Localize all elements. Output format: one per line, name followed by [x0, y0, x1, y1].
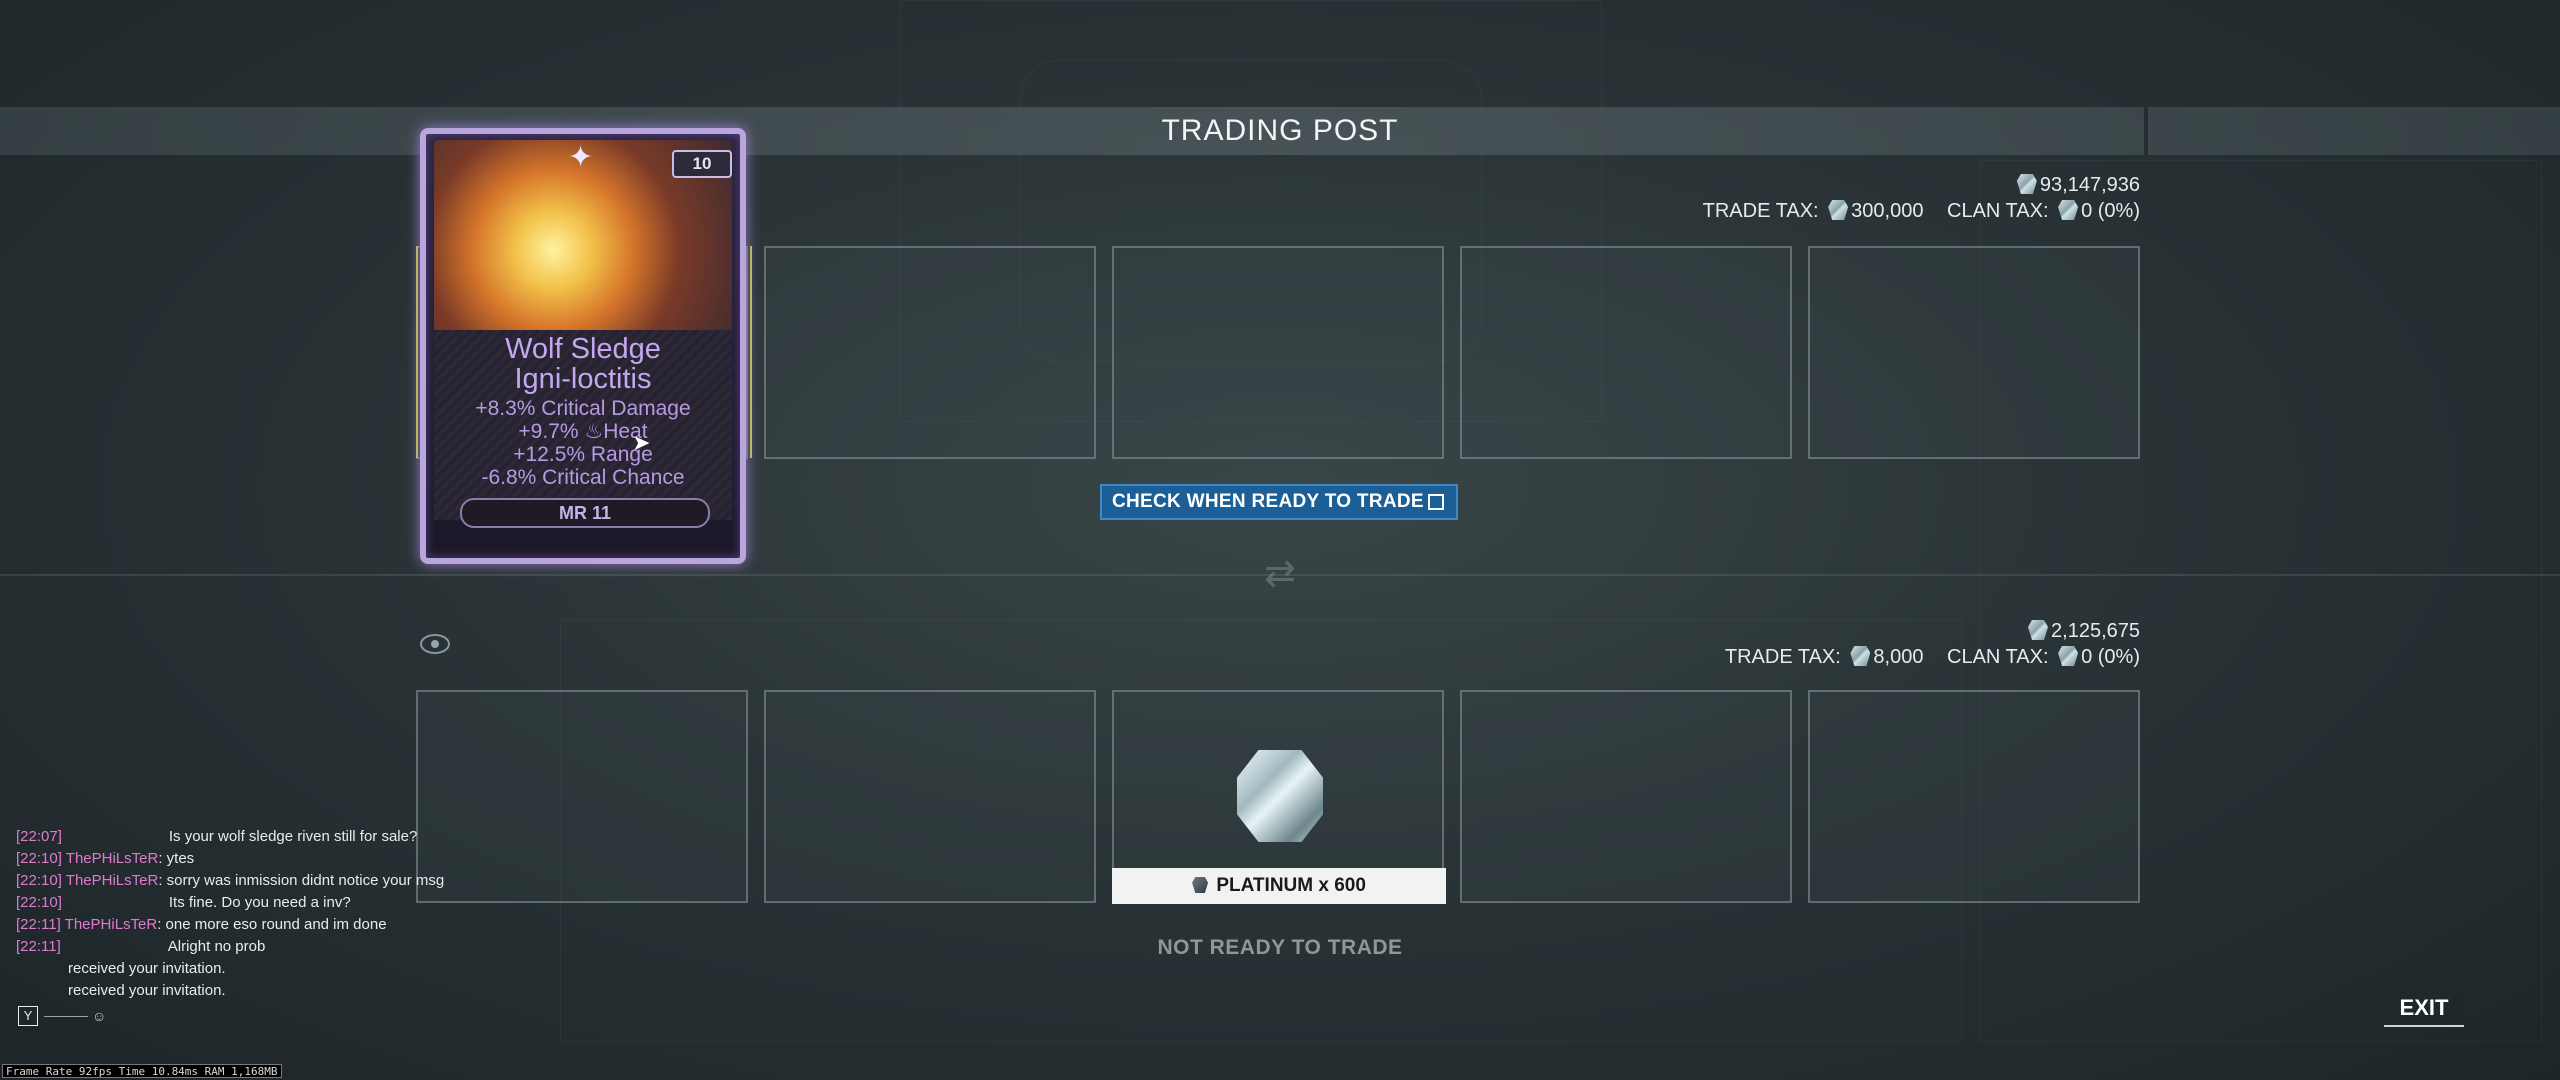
- riven-stat: +12.5% Range: [513, 443, 653, 466]
- chat-username[interactable]: ThePHiLsTeR: [66, 872, 159, 889]
- top-balance: 93,147,936: [2016, 174, 2140, 197]
- chat-message: [22:07] Is your wolf sledge riven still f…: [16, 826, 536, 848]
- chat-timestamp: [22:11]: [16, 916, 61, 933]
- chat-text: Is your wolf sledge riven still for sale…: [168, 828, 418, 845]
- riven-mod-name: Igni-loctitis: [514, 363, 652, 395]
- riven-mastery-rank: MR 11: [460, 498, 710, 528]
- page-title: TRADING POST: [1161, 114, 1399, 147]
- riven-sigil-icon: ✦: [568, 141, 594, 174]
- eye-icon[interactable]: [420, 634, 450, 654]
- trade-tax-label: TRADE TAX:: [1724, 646, 1841, 668]
- performance-overlay: Frame Rate 92fps Time 10.84ms RAM 1,168M…: [2, 1064, 282, 1078]
- chat-message: received your invitation.: [16, 958, 536, 980]
- offer-slot-top-4[interactable]: [1460, 246, 1792, 459]
- exit-button[interactable]: EXIT: [2384, 991, 2464, 1027]
- offer-slot-top-3[interactable]: [1112, 246, 1444, 459]
- offer-slot-top-2[interactable]: [764, 246, 1096, 459]
- checkbox-icon[interactable]: [1428, 494, 1444, 510]
- chat-username[interactable]: ThePHiLsTeR: [65, 916, 158, 933]
- chat-text: Alright no prob: [167, 938, 266, 955]
- bottom-balance: 2,125,675: [2028, 620, 2140, 643]
- bottom-balance-value: 2,125,675: [2051, 620, 2140, 642]
- ready-to-trade-label: CHECK WHEN READY TO TRADE: [1112, 491, 1424, 512]
- trade-tax-value: 300,000: [1851, 200, 1924, 222]
- platinum-icon: [1192, 877, 1209, 893]
- chat-log: [22:07] Is your wolf sledge riven still f…: [16, 826, 536, 1002]
- chat-text: : one more eso round and im done: [157, 916, 387, 933]
- chat-key-hint: Y: [18, 1006, 38, 1026]
- platinum-icon: [2058, 200, 2079, 220]
- chat-message: received your invitation.: [16, 980, 536, 1002]
- trade-tax-value: 8,000: [1873, 646, 1924, 668]
- clan-tax-value: 0 (0%): [2081, 200, 2140, 222]
- platinum-item-text: PLATINUM x 600: [1216, 875, 1366, 896]
- platinum-icon: [2016, 174, 2037, 194]
- top-taxes: TRADE TAX: 300,000 CLAN TAX: 0 (0%): [1703, 200, 2140, 223]
- offer-slot-bottom-4[interactable]: [1460, 690, 1792, 903]
- emote-icon[interactable]: ☺: [92, 1008, 106, 1024]
- chat-text: : ytes: [158, 850, 195, 867]
- chat-text: received your invitation.: [68, 960, 226, 977]
- platinum-item-icon[interactable]: [1237, 750, 1323, 842]
- clan-tax-label: CLAN TAX:: [1947, 646, 2049, 668]
- chat-timestamp: [22:10]: [16, 872, 62, 889]
- clan-tax-label: CLAN TAX:: [1947, 200, 2049, 222]
- offer-slot-bottom-2[interactable]: [764, 690, 1096, 903]
- chat-text: : sorry was inmission didnt notice your …: [158, 872, 445, 889]
- chat-message: [22:11] Alright no prob: [16, 936, 536, 958]
- chat-timestamp: [22:11]: [16, 938, 61, 955]
- chat-timestamp: [22:07]: [16, 828, 62, 845]
- trade-arrows-icon: ⇄: [1264, 553, 1296, 595]
- platinum-item-label: PLATINUM x 600: [1112, 868, 1446, 904]
- riven-stat: +8.3% Critical Damage: [475, 397, 691, 420]
- mouse-cursor-icon: ➤: [632, 430, 651, 455]
- chat-timestamp: [22:10]: [16, 850, 62, 867]
- chat-input[interactable]: Y ☺: [18, 1006, 106, 1026]
- chat-message: [22:10] ThePHiLsTeR: sorry was inmission…: [16, 870, 536, 892]
- chat-input-field[interactable]: [44, 1015, 88, 1017]
- offer-slot-top-5[interactable]: [1808, 246, 2140, 459]
- chat-message: [22:11] ThePHiLsTeR: one more eso round …: [16, 914, 536, 936]
- top-balance-value: 93,147,936: [2039, 174, 2140, 196]
- chat-text: Its fine. Do you need a inv?: [168, 894, 351, 911]
- riven-mod-card[interactable]: ✦ 10 Wolf Sledge Igni-loctitis +8.3% Cri…: [410, 118, 756, 574]
- platinum-icon: [1850, 646, 1871, 666]
- riven-rank: 10: [672, 150, 732, 178]
- ready-to-trade-checkbox[interactable]: CHECK WHEN READY TO TRADE: [1100, 484, 1458, 520]
- offer-slot-bottom-5[interactable]: [1808, 690, 2140, 903]
- chat-message: [22:10] ThePHiLsTeR: ytes: [16, 848, 536, 870]
- bottom-taxes: TRADE TAX: 8,000 CLAN TAX: 0 (0%): [1725, 646, 2140, 669]
- riven-weapon-name: Wolf Sledge: [505, 333, 661, 365]
- chat-message: [22:10] Its fine. Do you need a inv?: [16, 892, 536, 914]
- riven-stat: -6.8% Critical Chance: [481, 466, 685, 489]
- platinum-icon: [2028, 620, 2049, 640]
- riven-stat: +9.7% ♨Heat: [518, 420, 648, 443]
- chat-username[interactable]: ThePHiLsTeR: [66, 850, 159, 867]
- chat-text: received your invitation.: [68, 982, 226, 999]
- trade-tax-label: TRADE TAX:: [1702, 200, 1819, 222]
- platinum-icon: [2058, 646, 2079, 666]
- platinum-icon: [1828, 200, 1849, 220]
- chat-timestamp: [22:10]: [16, 894, 62, 911]
- clan-tax-value: 0 (0%): [2081, 646, 2140, 668]
